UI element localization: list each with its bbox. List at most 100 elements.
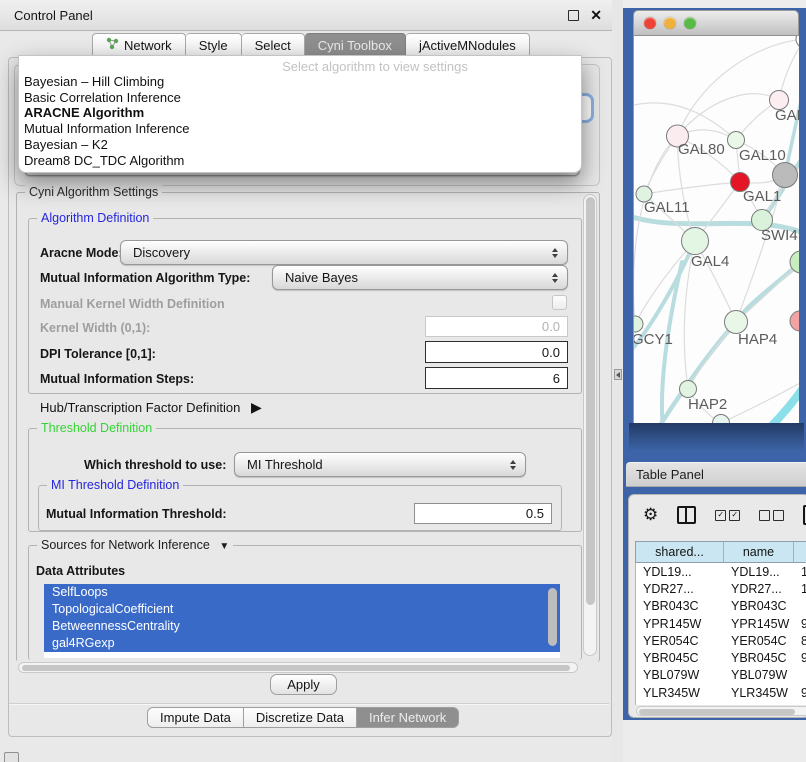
table-row[interactable]: YPR145WYPR145W9. (636, 615, 806, 632)
table-header-shared...[interactable]: shared... (636, 542, 724, 562)
table-row[interactable]: YBL079WYBL079W (636, 667, 806, 684)
kernel-width-field[interactable]: 0.0 (425, 316, 568, 337)
chevron-right-icon[interactable]: ▶ (251, 399, 262, 415)
node-label: HAP4 (738, 331, 777, 348)
table-header-extra[interactable] (794, 542, 806, 562)
deselect-all-icon[interactable] (759, 510, 784, 521)
algorithm-option[interactable]: ARACNE Algorithm (21, 105, 581, 121)
bottom-tab-impute-data[interactable]: Impute Data (147, 707, 244, 728)
table-row[interactable]: YDL19...YDL19...13 (636, 563, 806, 580)
network-node-gcy1[interactable] (634, 316, 643, 332)
combo-stepper-icon (510, 460, 516, 470)
algorithm-definition-title: Algorithm Definition (37, 211, 153, 225)
algorithm-dropdown-placeholder: Select algorithm to view settings (19, 56, 581, 74)
table-cell: YPR145W (724, 617, 794, 631)
manual-kernel-checkbox[interactable] (552, 295, 567, 310)
hub-definition-label: Hub/Transcription Factor Definition (40, 400, 240, 415)
network-node[interactable] (796, 36, 799, 48)
node-label: GAL80 (678, 141, 725, 158)
algorithm-option[interactable]: Bayesian – Hill Climbing (21, 74, 581, 90)
manual-kernel-label: Manual Kernel Width Definition (40, 297, 225, 311)
table-row[interactable]: YIL052CYIL052C9. (636, 701, 806, 705)
tab-label: Cyni Toolbox (318, 38, 392, 53)
table-panel-titlebar[interactable]: Table Panel (626, 462, 806, 487)
close-window-icon[interactable]: ✕ (590, 10, 602, 20)
network-node[interactable] (773, 163, 798, 188)
tab-network[interactable]: Network (92, 33, 186, 57)
table-row[interactable]: YBR043CYBR043C (636, 598, 806, 615)
which-threshold-label: Which threshold to use: (84, 458, 226, 472)
zoom-traffic-light[interactable] (684, 17, 696, 29)
control-panel-titlebar[interactable]: Control Panel ✕ (0, 0, 612, 31)
data-attribute-item[interactable]: SelfLoops (44, 584, 560, 601)
mi-type-value: Naive Bayes (285, 270, 358, 285)
data-attribute-item[interactable]: BetweennessCentrality (44, 618, 560, 635)
table-panel-title: Table Panel (636, 467, 704, 482)
data-attribute-item[interactable]: gal4RGexp (44, 635, 560, 652)
network-node[interactable] (713, 415, 730, 424)
table-row[interactable]: YLR345WYLR345W9. (636, 684, 806, 701)
table-header-name[interactable]: name (724, 542, 794, 562)
minimize-traffic-light[interactable] (664, 17, 676, 29)
network-node-gal4[interactable] (682, 228, 709, 255)
table-cell: YBL079W (636, 668, 724, 682)
aracne-mode-combo[interactable]: Discovery (120, 240, 568, 265)
kernel-width-label: Kernel Width (0,1): (40, 321, 150, 335)
node-label: GAL10 (739, 147, 786, 164)
data-attributes-vscrollbar[interactable] (548, 588, 557, 646)
mi-type-combo[interactable]: Naive Bayes (272, 265, 568, 290)
network-node-y[interactable] (790, 311, 799, 331)
apply-button[interactable]: Apply (270, 674, 337, 695)
tab-select[interactable]: Select (242, 33, 305, 57)
settings-hscrollbar[interactable] (18, 662, 578, 673)
app-root: GALGAL80GAL10GAL1GAL11SWI4GAL4GCY1HAP4YH… (0, 0, 806, 762)
algorithm-option[interactable]: Dream8 DC_TDC Algorithm (21, 153, 581, 169)
chevron-down-icon[interactable]: ▼ (219, 541, 229, 552)
dpi-tolerance-value: 0.0 (542, 345, 560, 360)
node-label: GAL11 (644, 199, 690, 216)
network-canvas[interactable]: GALGAL80GAL10GAL1GAL11SWI4GAL4GCY1HAP4YH… (633, 36, 799, 423)
apply-button-label: Apply (287, 677, 320, 692)
splitpane-grip-icon[interactable] (614, 369, 622, 380)
data-attributes-label: Data Attributes (36, 564, 125, 578)
mi-steps-field[interactable]: 6 (425, 367, 568, 389)
table-hscrollbar[interactable] (636, 706, 806, 716)
bottom-tab-discretize-data[interactable]: Discretize Data (244, 707, 357, 728)
tab-cyni-toolbox[interactable]: Cyni Toolbox (305, 33, 406, 57)
tab-style[interactable]: Style (186, 33, 242, 57)
mi-threshold-value: 0.5 (526, 506, 544, 521)
table-row[interactable]: YER054CYER054C8. (636, 632, 806, 649)
table-cell: YDR27... (724, 582, 794, 596)
close-traffic-light[interactable] (644, 17, 656, 29)
table-row[interactable]: YBR045CYBR045C9. (636, 649, 806, 666)
float-window-icon[interactable] (568, 10, 579, 21)
column-pane-icon[interactable] (677, 506, 696, 524)
select-all-icon[interactable]: ✓✓ (715, 510, 740, 521)
sources-title-row[interactable]: Sources for Network Inference ▼ (37, 538, 233, 552)
right-divider-column (612, 0, 623, 762)
table-row[interactable]: YDR27...YDR27...12 (636, 580, 806, 597)
collapsed-panel-icon[interactable] (4, 752, 19, 762)
network-window-titlebar[interactable] (633, 10, 799, 36)
network-node-gal10[interactable] (728, 132, 745, 149)
tab-jactivemnodules[interactable]: jActiveMNodules (406, 33, 530, 57)
data-attributes-list[interactable]: SelfLoopsTopologicalCoefficientBetweenne… (44, 584, 560, 658)
mi-threshold-field[interactable]: 0.5 (414, 503, 552, 524)
mi-steps-label: Mutual Information Steps: (40, 372, 194, 386)
hub-definition-toggle[interactable]: Hub/Transcription Factor Definition ▶ (40, 399, 262, 416)
algorithm-option[interactable]: Basic Correlation Inference (21, 90, 581, 106)
algorithm-option[interactable]: Mutual Information Inference (21, 121, 581, 137)
table-cell: 9. (794, 651, 806, 665)
algorithm-option[interactable]: Bayesian – K2 (21, 137, 581, 153)
network-edge (634, 136, 677, 324)
gear-icon[interactable]: ⚙︎ (643, 506, 658, 524)
node-label: GAL1 (743, 188, 781, 205)
bottom-tab-infer-network[interactable]: Infer Network (357, 707, 459, 728)
aracne-mode-value: Discovery (133, 245, 190, 260)
which-threshold-combo[interactable]: MI Threshold (234, 452, 526, 477)
network-node-hap2[interactable] (680, 381, 697, 398)
settings-vscrollbar[interactable] (583, 194, 597, 656)
dpi-tolerance-field[interactable]: 0.0 (425, 341, 568, 363)
data-attribute-item[interactable]: TopologicalCoefficient (44, 601, 560, 618)
node-label: GAL4 (691, 253, 729, 270)
